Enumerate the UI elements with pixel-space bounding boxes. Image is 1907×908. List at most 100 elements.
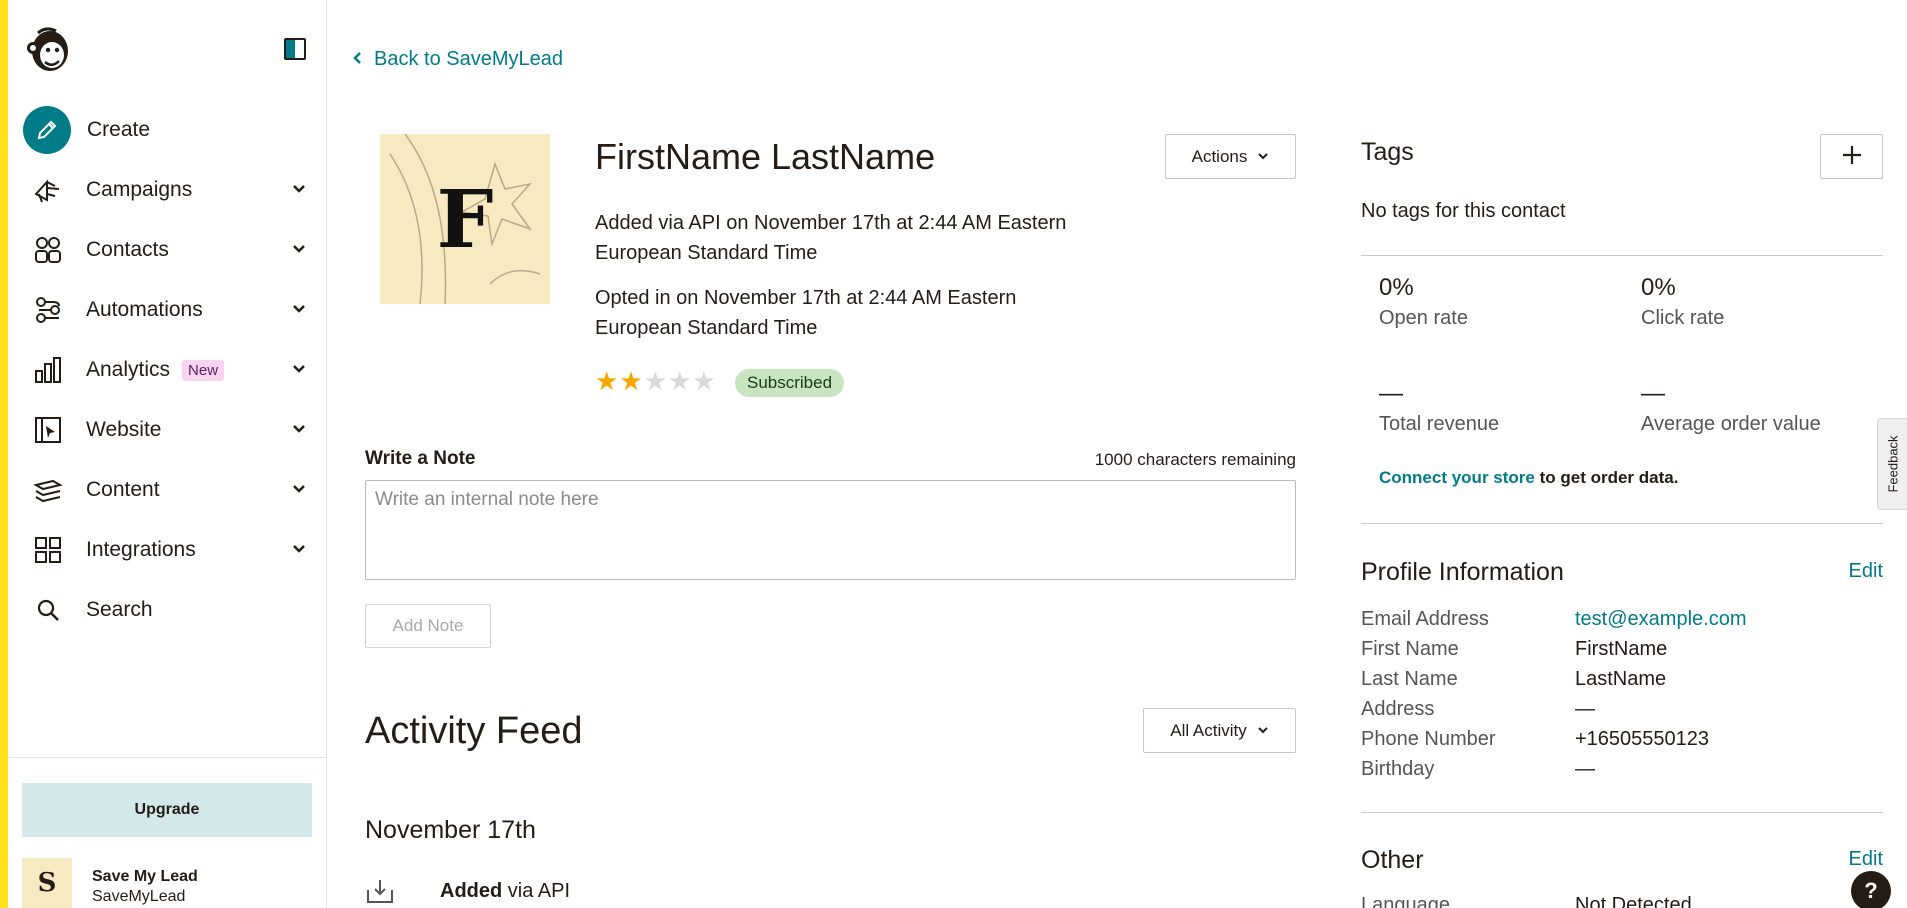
- sidebar-item-label: Contacts: [86, 238, 169, 261]
- sidebar-item-analytics[interactable]: Analytics New: [8, 340, 327, 400]
- feed-entry-text: Added via API: [440, 880, 570, 903]
- connect-store-link[interactable]: Connect your store: [1379, 468, 1535, 487]
- click-rate-stat: 0% Click rate: [1641, 274, 1724, 330]
- sidebar-item-label: Content: [86, 478, 160, 501]
- activity-filter-dropdown[interactable]: All Activity: [1143, 708, 1296, 753]
- chevron-down-icon[interactable]: [291, 181, 307, 202]
- star-icon[interactable]: ★: [644, 368, 667, 394]
- upgrade-button[interactable]: Upgrade: [22, 783, 312, 837]
- actions-dropdown[interactable]: Actions: [1165, 134, 1296, 179]
- opted-line-2: European Standard Time: [595, 317, 818, 339]
- added-line-2: European Standard Time: [595, 242, 818, 264]
- added-info: Added via API on November 17th at 2:44 A…: [595, 208, 1115, 268]
- sidebar-item-campaigns[interactable]: Campaigns: [8, 160, 327, 220]
- star-icon[interactable]: ★: [692, 368, 715, 394]
- grid-icon: [32, 534, 64, 566]
- account-text: Save My Lead SaveMyLead: [92, 868, 198, 906]
- sidebar-divider: [8, 757, 327, 758]
- contact-name: FirstName LastName: [595, 136, 936, 177]
- sidebar-collapse-button[interactable]: [284, 38, 306, 60]
- profile-label: Birthday: [1361, 757, 1435, 780]
- added-line-1: Added via API on November 17th at 2:44 A…: [595, 212, 1067, 234]
- activity-feed-title: Activity Feed: [365, 710, 583, 752]
- feedback-label: Feedback: [1885, 435, 1900, 493]
- star-icon[interactable]: ★: [595, 368, 618, 394]
- other-title: Other: [1361, 846, 1424, 874]
- language-label: Language: [1361, 893, 1450, 908]
- mailchimp-logo-icon[interactable]: [24, 24, 72, 74]
- account-org: SaveMyLead: [92, 888, 186, 905]
- sidebar: Create Campaigns Contacts Automations An…: [8, 0, 327, 908]
- opted-info: Opted in on November 17th at 2:44 AM Eas…: [595, 283, 1115, 343]
- other-edit-link[interactable]: Edit: [1849, 848, 1883, 871]
- profile-table: Email Address test@example.com First Nam…: [1361, 604, 1746, 784]
- status-badge: Subscribed: [735, 369, 845, 397]
- account-switcher[interactable]: S Save My Lead SaveMyLead: [22, 858, 198, 908]
- star-icon[interactable]: ★: [619, 368, 642, 394]
- chevron-down-icon[interactable]: [291, 241, 307, 262]
- sidebar-item-search[interactable]: Search: [8, 580, 327, 640]
- chevron-down-icon[interactable]: [291, 421, 307, 442]
- chevron-down-icon[interactable]: [291, 481, 307, 502]
- average-order-label: Average order value: [1641, 413, 1821, 435]
- chevron-down-icon[interactable]: [291, 541, 307, 562]
- contact-avatar-letter: F: [436, 172, 494, 266]
- feed-entry-detail: via API: [507, 879, 571, 902]
- profile-row: Phone Number +16505550123: [1361, 724, 1746, 754]
- language-value: Not Detected: [1575, 893, 1692, 908]
- activity-filter-label: All Activity: [1170, 720, 1247, 740]
- pencil-icon: [23, 106, 71, 154]
- help-button[interactable]: ?: [1851, 871, 1891, 908]
- email-link[interactable]: test@example.com: [1575, 608, 1746, 631]
- tags-empty-text: No tags for this contact: [1361, 200, 1566, 222]
- add-note-button[interactable]: Add Note: [365, 604, 491, 648]
- total-revenue-label: Total revenue: [1379, 413, 1500, 435]
- new-badge: New: [182, 359, 225, 381]
- sidebar-item-automations[interactable]: Automations: [8, 280, 327, 340]
- note-input[interactable]: [365, 480, 1296, 580]
- profile-label: Last Name: [1361, 667, 1458, 690]
- profile-edit-link[interactable]: Edit: [1849, 560, 1883, 583]
- opted-line-1: Opted in on November 17th at 2:44 AM Eas…: [595, 287, 1017, 309]
- profile-row: Email Address test@example.com: [1361, 604, 1746, 634]
- sidebar-item-label: Website: [86, 418, 162, 441]
- chevron-down-icon: [1257, 721, 1269, 741]
- nav-list: Campaigns Contacts Automations Analytics…: [8, 160, 327, 640]
- note-char-count: 1000 characters remaining: [1094, 450, 1296, 469]
- sidebar-item-website[interactable]: Website: [8, 400, 327, 460]
- profile-value: +16505550123: [1575, 727, 1710, 750]
- sidebar-item-integrations[interactable]: Integrations: [8, 520, 327, 580]
- download-tray-icon: [365, 876, 395, 906]
- profile-label: Phone Number: [1361, 727, 1496, 750]
- store-note-text: to get order data.: [1539, 468, 1679, 487]
- account-avatar: S: [22, 858, 72, 908]
- chevron-down-icon[interactable]: [291, 361, 307, 382]
- divider: [1361, 812, 1883, 813]
- average-order-value: —: [1641, 380, 1665, 407]
- other-table: Language Not Detected: [1361, 890, 1692, 908]
- automation-icon: [32, 294, 64, 326]
- back-link-label: Back to SaveMyLead: [374, 48, 563, 70]
- profile-label: Email Address: [1361, 607, 1489, 630]
- contact-rating[interactable]: ★ ★ ★ ★ ★: [595, 368, 716, 394]
- plus-icon: [1841, 144, 1863, 169]
- add-tag-button[interactable]: [1820, 134, 1883, 179]
- open-rate-value: 0%: [1379, 274, 1414, 301]
- profile-label: Address: [1361, 697, 1435, 720]
- sidebar-item-content[interactable]: Content: [8, 460, 327, 520]
- feedback-tab[interactable]: Feedback: [1877, 418, 1907, 510]
- profile-information-title: Profile Information: [1361, 558, 1564, 586]
- average-order-stat: — Average order value: [1641, 380, 1821, 436]
- chevron-left-icon: [352, 48, 362, 71]
- sidebar-item-contacts[interactable]: Contacts: [8, 220, 327, 280]
- profile-value: LastName: [1575, 667, 1667, 690]
- account-name: Save My Lead: [92, 868, 198, 885]
- megaphone-icon: [32, 174, 64, 206]
- star-icon[interactable]: ★: [668, 368, 691, 394]
- total-revenue-value: —: [1379, 380, 1403, 407]
- chevron-down-icon[interactable]: [291, 301, 307, 322]
- sidebar-item-label: Integrations: [86, 538, 196, 561]
- back-link[interactable]: Back to SaveMyLead: [352, 48, 563, 71]
- feed-entry: Added via API: [365, 876, 570, 906]
- create-button[interactable]: Create: [23, 106, 150, 154]
